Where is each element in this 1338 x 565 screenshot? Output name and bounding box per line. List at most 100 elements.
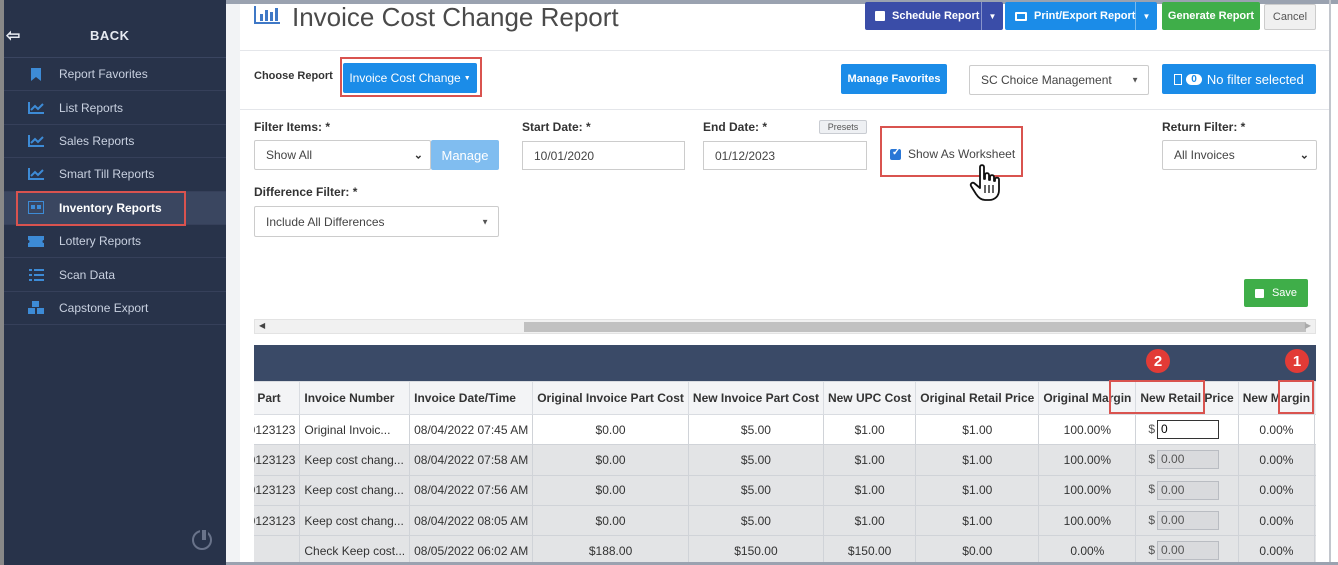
scroll-right-icon[interactable]: ▶: [1305, 321, 1311, 330]
end-date-input[interactable]: 01/12/2023: [703, 141, 867, 170]
store-select-value: SC Choice Management: [981, 73, 1112, 87]
divider: [240, 109, 1330, 110]
sidebar-item-label: Report Favorites: [59, 67, 148, 82]
presets-button[interactable]: Presets: [819, 120, 867, 134]
table-cell-date: 08/04/2022 08:05 AM: [409, 504, 534, 537]
boxes-icon: [28, 301, 44, 315]
sidebar-item-list-reports[interactable]: List Reports: [4, 91, 226, 125]
sidebar-item-lottery-reports[interactable]: Lottery Reports: [4, 225, 226, 259]
table-cell-invoice: Keep cost chang...: [299, 504, 411, 537]
column-header[interactable]: Original Margin: [1038, 381, 1137, 415]
sidebar-item-smart-till-reports[interactable]: Smart Till Reports: [4, 158, 226, 192]
filter-items-select[interactable]: Show All ⌄: [254, 140, 431, 170]
scrollbar-thumb[interactable]: [524, 322, 1306, 332]
sidebar-item-report-favorites[interactable]: Report Favorites: [4, 58, 226, 92]
currency-symbol: $: [1148, 482, 1156, 497]
new-retail-price-input[interactable]: 0.00: [1157, 511, 1220, 531]
sidebar-item-label: Sales Reports: [59, 133, 135, 148]
column-header[interactable]: New Retail Price: [1135, 381, 1239, 415]
sidebar-item-scan-data[interactable]: Scan Data: [4, 258, 226, 292]
horizontal-scrollbar[interactable]: ◀ ▶: [254, 319, 1316, 334]
chart-line-icon: [28, 134, 44, 148]
power-icon[interactable]: [192, 528, 212, 550]
column-header[interactable]: New Invoice Part Cost: [687, 381, 824, 415]
return-filter-select[interactable]: All Invoices ⌄: [1162, 140, 1317, 170]
ticket-icon: [28, 234, 44, 248]
generate-report-button[interactable]: Generate Report: [1162, 2, 1260, 30]
print-export-label: Print/Export Report: [1034, 10, 1136, 22]
column-header[interactable]: Invoice Number: [299, 381, 411, 415]
currency-symbol: $: [1148, 421, 1156, 436]
sidebar-item-sales-reports[interactable]: Sales Reports: [4, 125, 226, 159]
choose-report-dropdown[interactable]: Invoice Cost Change ▼: [343, 63, 477, 93]
save-button[interactable]: Save: [1244, 279, 1308, 307]
column-header[interactable]: New UPC Cost: [822, 381, 917, 415]
bar-chart-icon: [254, 6, 280, 24]
table-cell-upc-cost: $1.00: [822, 474, 917, 506]
sidebar-item-inventory-reports[interactable]: Inventory Reports: [4, 191, 226, 225]
manage-favorites-button[interactable]: Manage Favorites: [841, 64, 947, 94]
schedule-dropdown-icon[interactable]: ▼: [981, 2, 1003, 30]
table-cell-new-margin: 0.00%: [1237, 444, 1316, 476]
table-cell-upc-cost: $1.00: [822, 504, 917, 537]
choose-report-value: Invoice Cost Change: [349, 71, 461, 85]
building-icon: [1174, 73, 1183, 85]
new-retail-price-input[interactable]: 0.00: [1157, 541, 1220, 561]
table-cell-new-cost: $5.00: [687, 504, 824, 537]
filter-label: No filter selected: [1206, 71, 1304, 87]
table-cell-invoice: Check Keep cost...: [299, 535, 411, 565]
table-cell-orig-margin: 100.00%: [1038, 474, 1137, 506]
end-date-label: End Date: *: [703, 120, 768, 134]
schedule-report-button[interactable]: Schedule Report ▼: [865, 2, 1003, 30]
show-as-worksheet-checkbox[interactable]: [890, 147, 901, 160]
table-cell-orig-margin: 100.00%: [1038, 444, 1137, 476]
new-retail-price-input[interactable]: 0.00: [1157, 450, 1220, 470]
new-retail-price-input[interactable]: 0.00: [1157, 480, 1220, 500]
manage-button[interactable]: Manage: [431, 140, 499, 170]
caret-down-icon: ▼: [481, 217, 489, 226]
table-cell-new-cost: $5.00: [687, 474, 824, 506]
column-header[interactable]: Invoice Date/Time: [409, 381, 534, 415]
back-button[interactable]: ⇦ BACK: [4, 0, 226, 58]
table-cell-apply: [1314, 444, 1316, 476]
start-date-input[interactable]: 10/01/2020: [522, 141, 685, 170]
chart-line-icon: [28, 167, 44, 181]
column-header[interactable]: Original Retail Price: [915, 381, 1040, 415]
store-select[interactable]: SC Choice Management ▼: [969, 65, 1149, 95]
column-header[interactable]: Apply: [1314, 381, 1316, 415]
table-cell-date: 08/04/2022 07:56 AM: [409, 474, 534, 506]
sidebar-item-capstone-export[interactable]: Capstone Export: [4, 292, 226, 326]
table-cell-part: 00123123: [254, 444, 301, 476]
filter-count-badge: 0: [1186, 73, 1202, 85]
store-filter-button[interactable]: 0 No filter selected: [1162, 64, 1316, 94]
panel-gutter: [226, 0, 240, 565]
column-header[interactable]: Original Invoice Part Cost: [532, 381, 689, 415]
start-date-label: Start Date: *: [522, 120, 591, 134]
cancel-button[interactable]: Cancel: [1264, 4, 1316, 30]
table-cell-new-margin: 0.00%: [1237, 413, 1316, 446]
scroll-left-icon[interactable]: ◀: [259, 321, 265, 330]
print-export-button[interactable]: Print/Export Report ▼: [1005, 2, 1157, 30]
choose-report-label: Choose Report: [254, 70, 333, 82]
inventory-icon: [28, 201, 44, 215]
column-header[interactable]: New Margin: [1237, 381, 1316, 415]
sidebar-item-label: Scan Data: [59, 267, 116, 282]
difference-filter-select[interactable]: Include All Differences ▼: [254, 206, 499, 237]
sidebar-item-label: Inventory Reports: [59, 200, 162, 215]
new-retail-price-input[interactable]: 0: [1157, 420, 1220, 440]
return-filter-value: All Invoices: [1174, 148, 1235, 162]
print-dropdown-icon[interactable]: ▼: [1135, 2, 1157, 30]
table-cell-date: 08/04/2022 07:45 AM: [409, 413, 534, 446]
table-row: 00123123Original Invoic...08/04/2022 07:…: [254, 413, 1316, 446]
table-cell-orig-margin: 100.00%: [1038, 413, 1137, 446]
back-label: BACK: [90, 28, 130, 43]
table-cell-orig-cost: $0.00: [532, 474, 689, 506]
column-header[interactable]: or Part: [254, 381, 301, 415]
table-cell-apply: [1314, 413, 1316, 446]
list-icon: [28, 268, 44, 282]
sidebar: ⇦ BACK Report Favorites List Reports Sales…: [4, 0, 226, 565]
show-as-worksheet-label: Show As Worksheet: [908, 147, 1016, 161]
table-cell-new-retail-price: $0.00: [1135, 474, 1239, 506]
difference-filter-value: Include All Differences: [266, 214, 385, 229]
table-cell-new-retail-price: $0: [1135, 413, 1239, 446]
